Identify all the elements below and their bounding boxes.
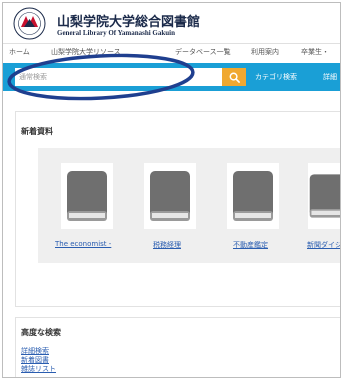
book-cover[interactable] (308, 163, 340, 229)
category-search-link[interactable]: カテゴリ検索 (255, 72, 297, 82)
book-title-link[interactable]: 新聞ダイジェ (307, 240, 340, 250)
book-title-link[interactable]: The economist - (55, 240, 125, 248)
site-header: 山梨学院大学総合図書館 General Library Of Yamanashi… (3, 3, 340, 41)
search-icon (229, 72, 240, 83)
nav-item-home[interactable]: ホーム (9, 47, 30, 57)
book-cover[interactable] (227, 163, 279, 229)
book-icon (67, 171, 107, 221)
site-title[interactable]: 山梨学院大学総合図書館 (57, 11, 200, 30)
site-subtitle: General Library Of Yamanashi Gakuin (57, 29, 175, 37)
book-cover[interactable] (61, 163, 113, 229)
nav-item-alumni[interactable]: 卒業生・ (301, 47, 329, 57)
new-items-title: 新着資料 (21, 127, 53, 136)
university-logo[interactable] (13, 7, 46, 40)
detail-search-link[interactable]: 詳細 (323, 72, 337, 82)
search-input[interactable] (15, 68, 222, 86)
book-title-link[interactable]: 税務経理 (153, 240, 203, 250)
book-icon (309, 174, 340, 218)
nav-item-resources[interactable]: 山梨学院大学リソース (51, 47, 121, 57)
book-icon (233, 171, 273, 221)
book-title-link[interactable]: 不動産鑑定 (233, 240, 283, 250)
nav-item-guide[interactable]: 利用案内 (251, 47, 279, 57)
nav-item-databases[interactable]: データベース一覧 (175, 47, 231, 57)
advanced-link-journals[interactable]: 雑誌リスト (21, 364, 56, 374)
search-button[interactable] (222, 68, 246, 86)
browser-frame: 山梨学院大学総合図書館 General Library Of Yamanashi… (2, 2, 341, 378)
book-cover[interactable] (144, 163, 196, 229)
main-nav: ホーム 山梨学院大学リソース データベース一覧 利用案内 卒業生・ (3, 43, 340, 61)
advanced-search-title: 高度な検索 (21, 328, 61, 337)
book-icon (150, 171, 190, 221)
advanced-search-panel (15, 317, 340, 377)
